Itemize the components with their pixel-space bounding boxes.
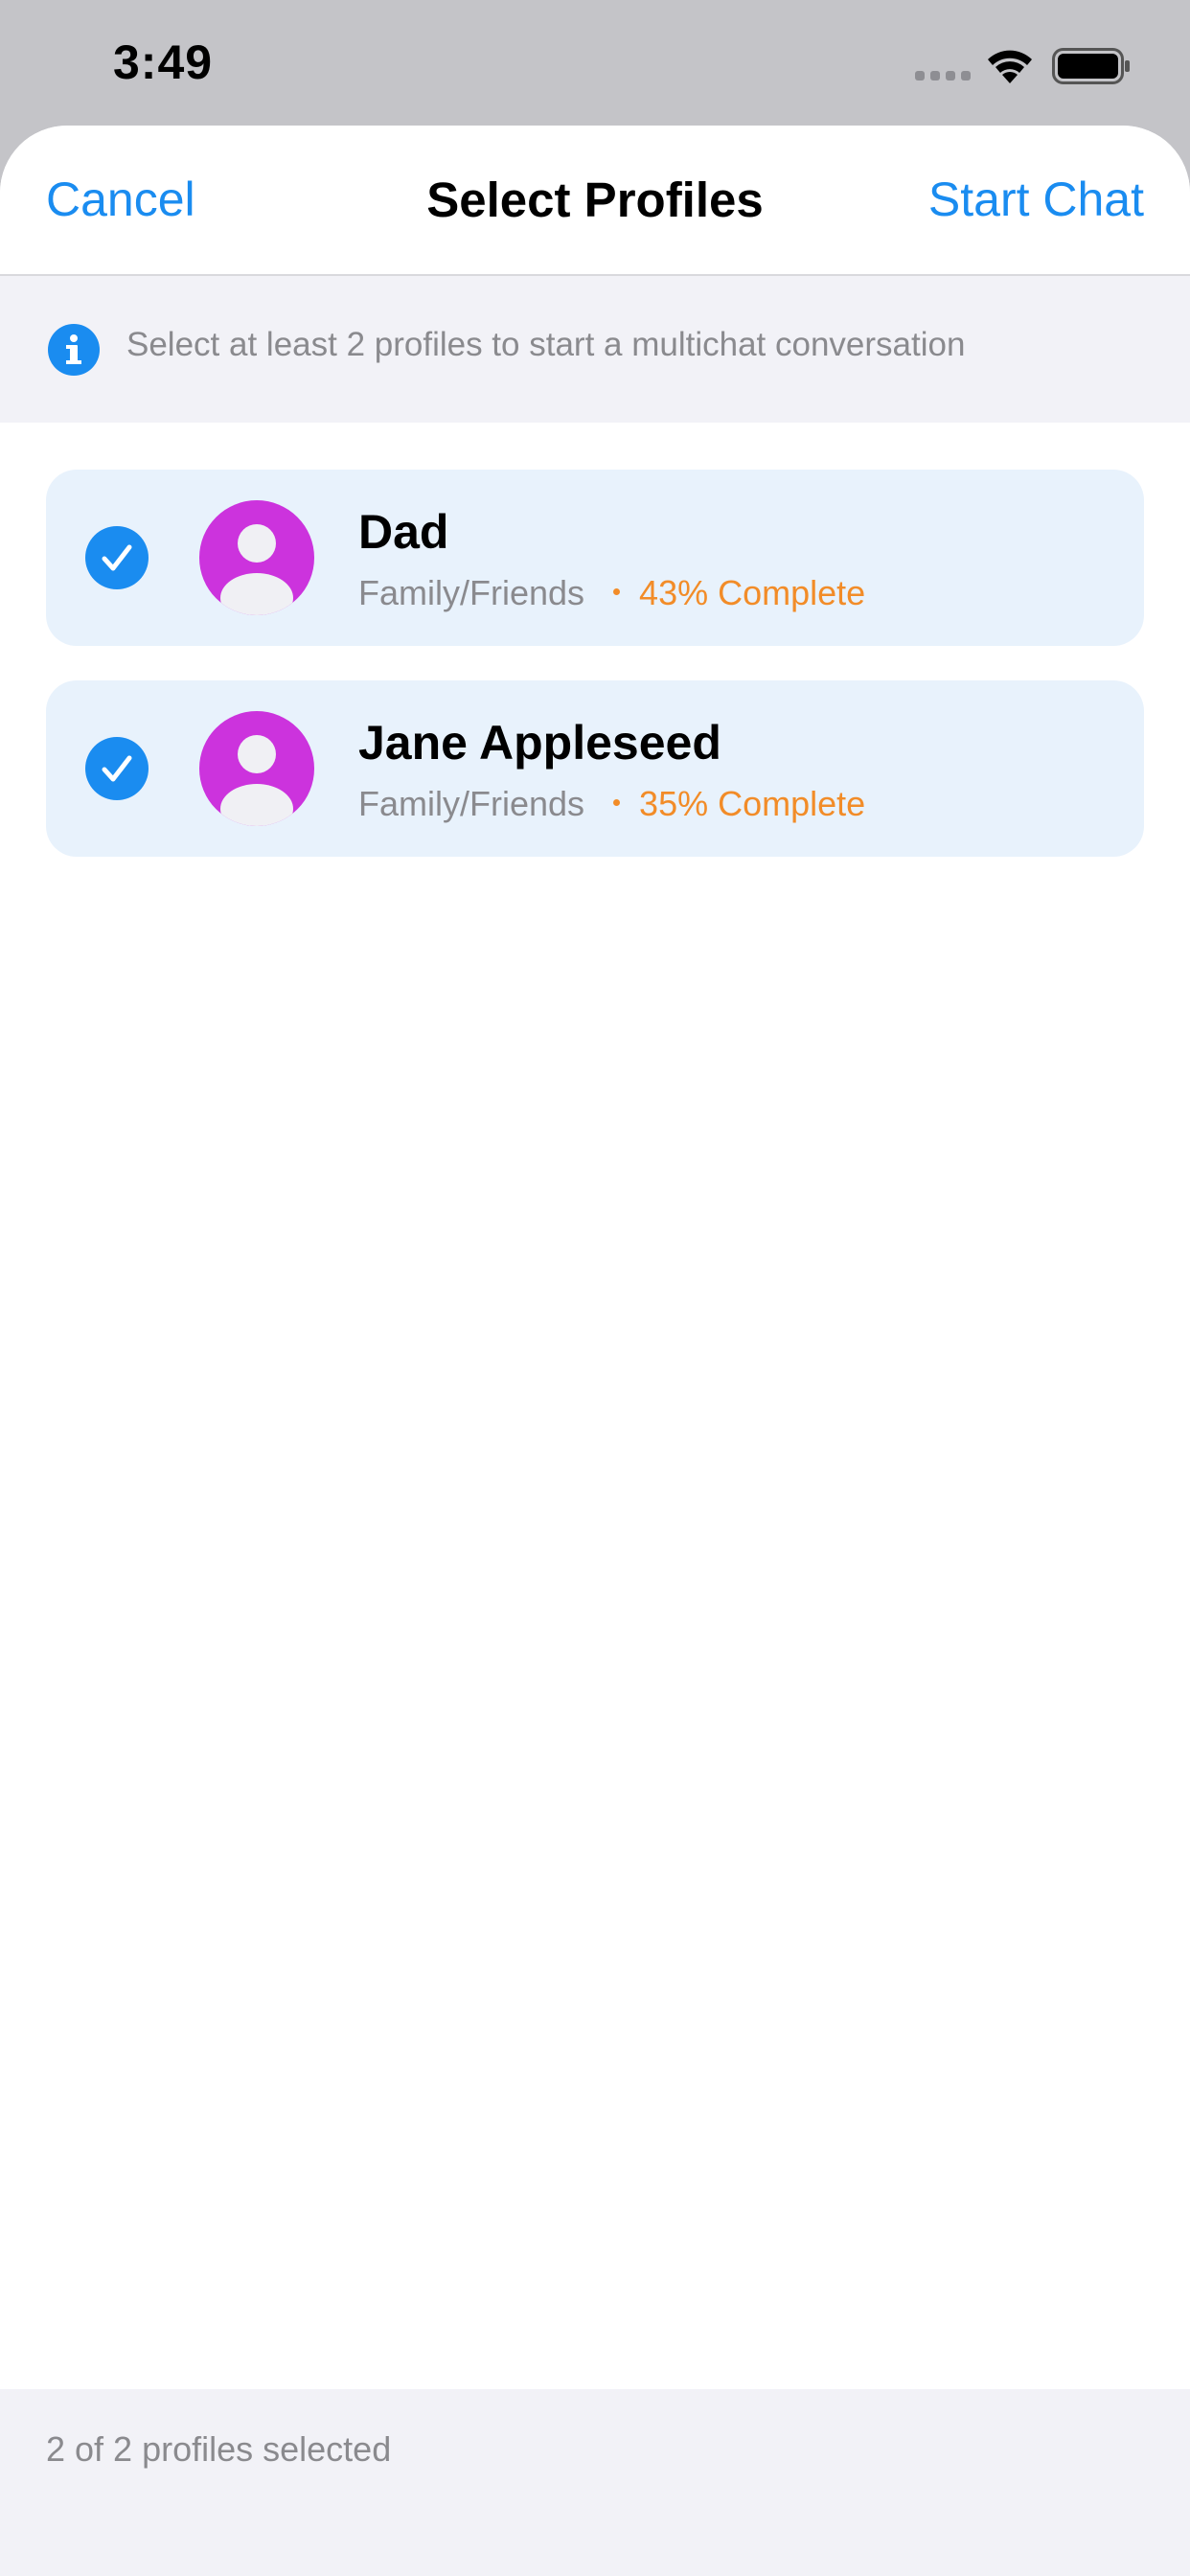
- selection-footer: 2 of 2 profiles selected: [0, 2389, 1190, 2576]
- status-bar: 3:49: [0, 0, 1190, 126]
- profile-progress: 35% Complete: [639, 784, 866, 823]
- select-profiles-sheet: Cancel Select Profiles Start Chat Select…: [0, 126, 1190, 2576]
- checkmark-selected-icon[interactable]: [85, 526, 149, 589]
- avatar-person-icon: [199, 500, 314, 615]
- profile-meta: Family/Friends 43% Complete: [358, 573, 865, 613]
- profile-meta: Family/Friends 35% Complete: [358, 784, 865, 824]
- cellular-signal-icon: [915, 71, 971, 80]
- profile-category: Family/Friends: [358, 784, 585, 823]
- profile-progress: 43% Complete: [639, 573, 866, 612]
- checkmark-selected-icon[interactable]: [85, 737, 149, 800]
- selection-count: 2 of 2 profiles selected: [46, 2429, 392, 2469]
- separator-dot: [613, 587, 621, 595]
- profile-name: Jane Appleseed: [358, 716, 721, 770]
- separator-dot: [613, 798, 621, 806]
- profile-category: Family/Friends: [358, 573, 585, 612]
- status-time: 3:49: [113, 35, 214, 89]
- info-banner: Select at least 2 profiles to start a mu…: [0, 276, 1190, 423]
- start-chat-button[interactable]: Start Chat: [928, 172, 1144, 227]
- avatar-person-icon: [199, 711, 314, 826]
- profile-name: Dad: [358, 505, 449, 559]
- profile-card-jane-appleseed[interactable]: Jane Appleseed Family/Friends 35% Complet…: [46, 680, 1144, 857]
- info-text: Select at least 2 profiles to start a mu…: [126, 326, 966, 363]
- navigation-bar: Cancel Select Profiles Start Chat: [0, 126, 1190, 276]
- wifi-icon: [988, 50, 1032, 83]
- profile-card-dad[interactable]: Dad Family/Friends 43% Complete: [46, 470, 1144, 646]
- info-icon: [48, 324, 100, 376]
- battery-icon: [1052, 48, 1130, 84]
